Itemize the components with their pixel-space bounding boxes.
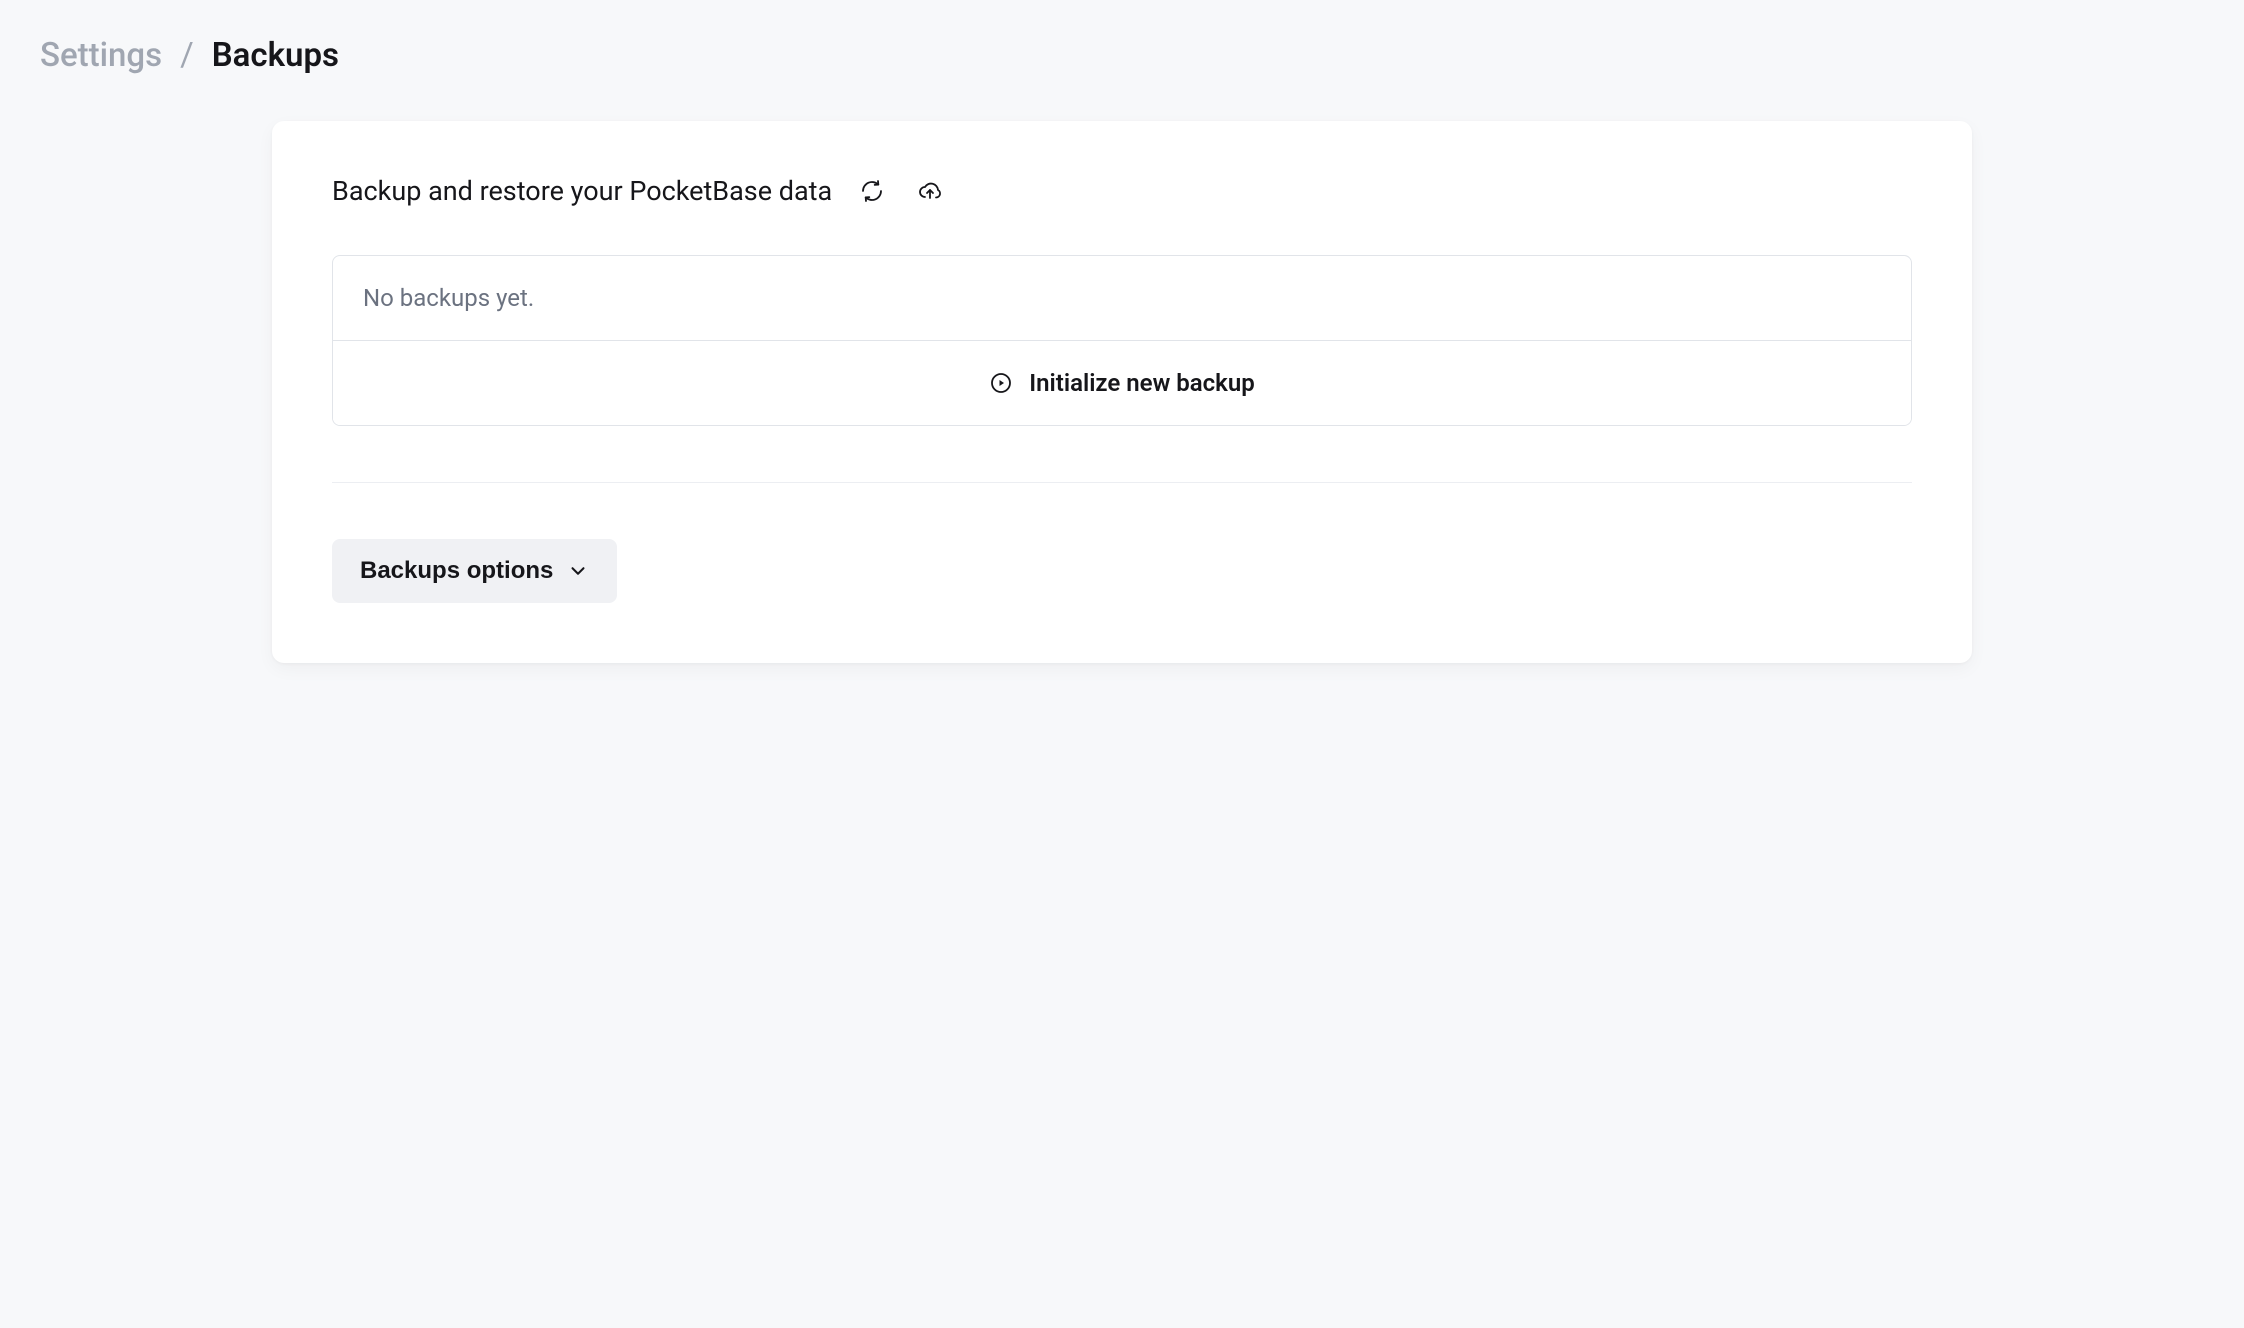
backups-options-label: Backups options bbox=[360, 557, 553, 585]
backups-list: No backups yet. Initialize new backup bbox=[332, 255, 1912, 426]
loop-icon bbox=[860, 179, 884, 203]
card-header: Backup and restore your PocketBase data bbox=[332, 173, 1912, 209]
breadcrumb: Settings / Backups bbox=[40, 36, 2204, 75]
chevron-down-icon bbox=[567, 560, 589, 582]
card-header-title: Backup and restore your PocketBase data bbox=[332, 175, 832, 207]
backups-options-button[interactable]: Backups options bbox=[332, 539, 617, 603]
initialize-backup-button[interactable]: Initialize new backup bbox=[333, 341, 1911, 425]
breadcrumb-separator: / bbox=[180, 36, 194, 75]
refresh-button[interactable] bbox=[854, 173, 890, 209]
initialize-backup-label: Initialize new backup bbox=[1029, 369, 1255, 397]
play-circle-icon bbox=[989, 371, 1013, 395]
upload-button[interactable] bbox=[912, 173, 948, 209]
backups-card: Backup and restore your PocketBase data bbox=[272, 121, 1972, 663]
upload-cloud-icon bbox=[918, 179, 942, 203]
backups-empty-message: No backups yet. bbox=[333, 256, 1911, 341]
divider bbox=[332, 482, 1912, 483]
breadcrumb-current: Backups bbox=[212, 36, 339, 75]
breadcrumb-settings[interactable]: Settings bbox=[40, 36, 162, 75]
